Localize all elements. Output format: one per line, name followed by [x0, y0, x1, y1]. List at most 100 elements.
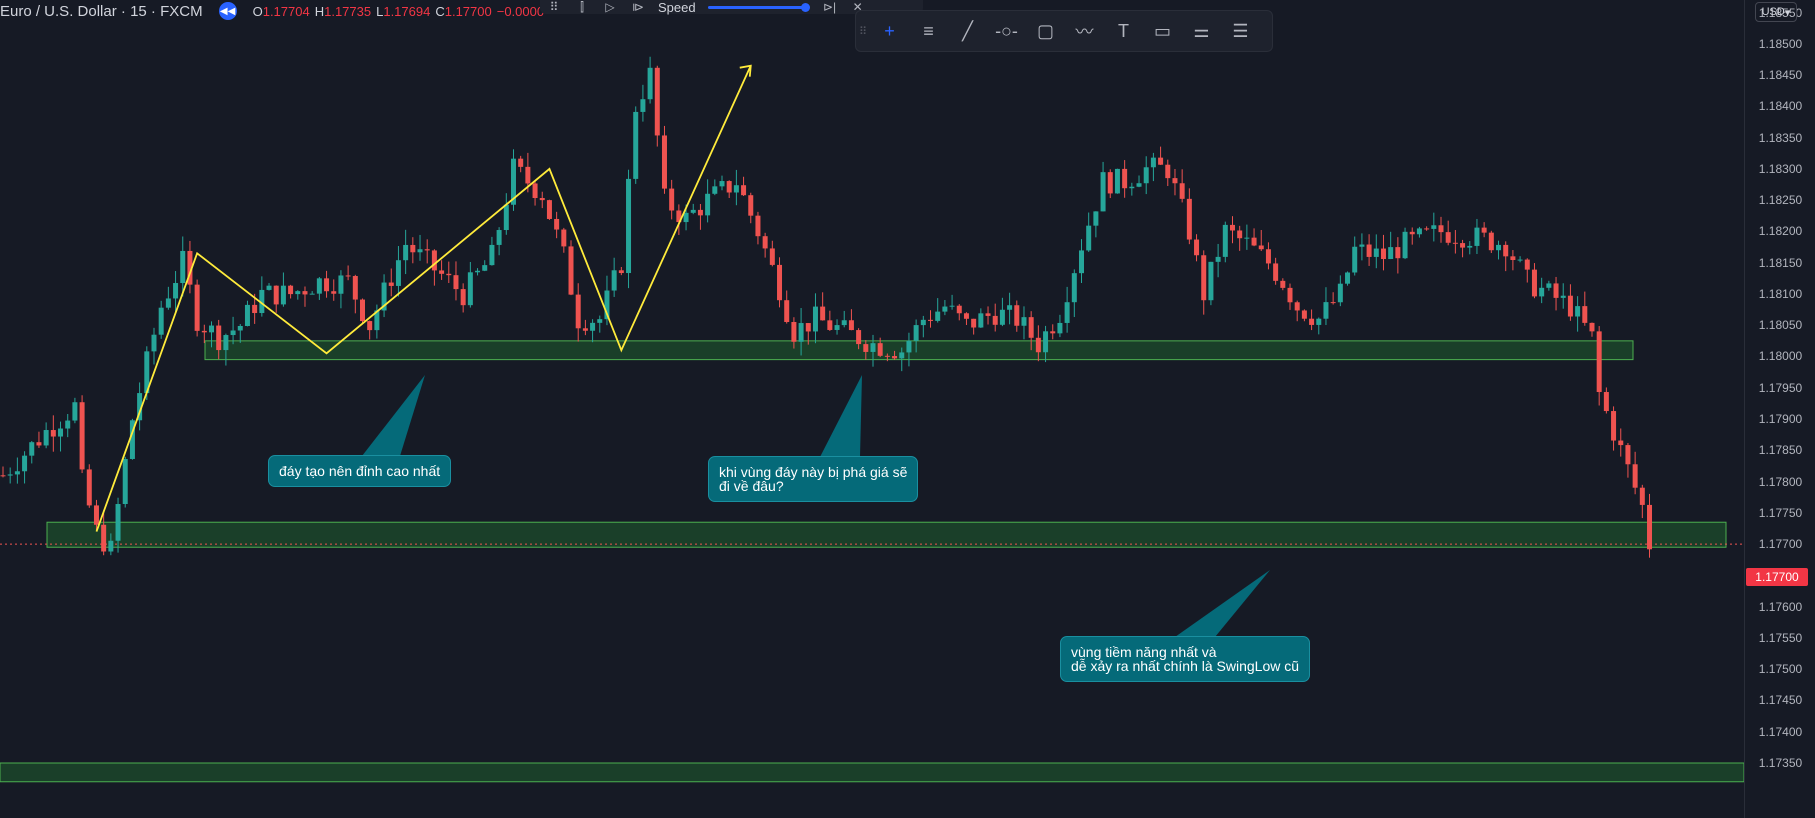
candle-body: [633, 111, 639, 179]
horizontal-ray-icon[interactable]: -○-: [987, 11, 1026, 51]
step-forward-icon[interactable]: ⧐: [624, 0, 652, 14]
candle-body: [1143, 167, 1149, 184]
candle-body: [618, 270, 624, 274]
trend-line-icon[interactable]: ╱: [948, 11, 987, 51]
candle-body: [913, 325, 919, 341]
speed-slider[interactable]: [707, 2, 810, 12]
candle-body: [29, 442, 35, 456]
candle-body: [669, 188, 675, 211]
candle-body: [920, 319, 926, 326]
more-settings-icon[interactable]: ☰: [1221, 11, 1260, 51]
candle-body: [1093, 211, 1099, 226]
candle-body: [554, 218, 560, 230]
candle-body: [1050, 331, 1056, 334]
candle-body: [777, 264, 783, 301]
settings-icon[interactable]: ⚌: [1182, 11, 1221, 51]
speed-slider-knob[interactable]: [800, 2, 810, 12]
current-price-tag: 1.17700: [1746, 568, 1808, 586]
callout-icon[interactable]: ▭: [1143, 11, 1182, 51]
play-icon[interactable]: ▷: [596, 0, 624, 14]
ohlc-high: H1.17735: [314, 3, 372, 19]
speed-label: Speed: [658, 0, 696, 15]
candle-body: [956, 305, 962, 314]
rewind-icon[interactable]: ◀◀: [218, 2, 237, 20]
candle-body: [963, 313, 969, 319]
candle-body: [626, 178, 632, 274]
candle-body: [1057, 322, 1063, 334]
candle-body: [532, 183, 538, 199]
candle-body: [1632, 464, 1638, 488]
candle-body: [640, 99, 646, 112]
horizontal-lines-icon[interactable]: ≡: [909, 11, 948, 51]
candle-body: [978, 313, 984, 328]
drag-handle-icon[interactable]: ⠿: [856, 25, 870, 38]
candle-body: [36, 442, 42, 446]
path-icon[interactable]: 〰: [1065, 11, 1104, 51]
candle-body: [50, 430, 56, 437]
candle-body: [805, 323, 811, 332]
candle-body: [1237, 230, 1243, 239]
price-tick: 1.18500: [1758, 36, 1803, 51]
ohlc-open: O1.17704: [252, 3, 310, 19]
price-tick: 1.18300: [1758, 161, 1803, 176]
candle-body: [324, 278, 330, 292]
drag-handle-icon[interactable]: ⠿: [540, 0, 568, 14]
candle-body: [1546, 283, 1552, 288]
zone-rect: [0, 762, 1744, 783]
candle-body: [460, 289, 466, 306]
zone-rect: [204, 340, 1634, 361]
candle-body: [1071, 273, 1077, 303]
candle-body: [122, 458, 128, 505]
candle-body: [590, 322, 596, 331]
jump-to-realtime-icon[interactable]: ⊳|: [816, 0, 844, 14]
callout-swing-bottom[interactable]: đáy tạo nên đỉnh cao nhất: [268, 455, 452, 487]
candle-body: [1043, 331, 1049, 353]
candle-body: [1129, 186, 1135, 189]
candle-body: [1611, 411, 1617, 441]
symbol-name[interactable]: Euro / U.S. Dollar · 15 · FXCM: [0, 3, 203, 20]
candle-body: [1280, 280, 1286, 288]
crosshair-icon[interactable]: +: [870, 11, 909, 51]
callout-pointer: [820, 375, 862, 457]
price-tick: 1.17550: [1758, 630, 1803, 645]
candle-body: [741, 185, 747, 196]
candle-body: [1510, 256, 1516, 261]
ohlc-change: −0.0000: [496, 3, 545, 19]
candle-body: [65, 420, 71, 429]
candle-body: [1309, 318, 1315, 325]
candle-body: [791, 322, 797, 342]
price-tick: 1.18050: [1758, 318, 1803, 333]
candle-body: [209, 325, 215, 333]
candle-body: [1179, 183, 1185, 199]
price-tick: 1.17700: [1758, 537, 1803, 552]
price-tick: 1.18250: [1758, 193, 1803, 208]
currency-selector[interactable]: USD ▾: [1755, 2, 1797, 22]
rectangle-icon[interactable]: ▢: [1026, 11, 1065, 51]
price-axis[interactable]: 1.18550 1.18500 1.18450 1.18400 1.18350 1.183…: [1744, 0, 1815, 818]
callout-break-question[interactable]: khi vùng đáy này bị phá giá sẽ đi về đâu…: [708, 456, 919, 502]
candle-body: [1229, 224, 1235, 231]
candle-body: [1114, 168, 1120, 194]
candle-select-icon[interactable]: ⫿: [568, 0, 596, 15]
candle-body: [870, 343, 876, 352]
candle-body: [928, 319, 934, 321]
price-tick: 1.17800: [1758, 474, 1803, 489]
ohlc-close: C1.17700: [435, 3, 492, 19]
callout-swinglow-target[interactable]: vùng tiềm năng nhất và dễ xảy ra nhất ch…: [1060, 636, 1311, 682]
candle-body: [561, 229, 567, 247]
candlestick-chart[interactable]: [0, 0, 1744, 818]
candle-body: [453, 275, 459, 290]
text-icon[interactable]: T: [1104, 11, 1143, 51]
zone-rect: [46, 521, 1727, 548]
candle-body: [431, 250, 437, 271]
candle-body: [101, 524, 107, 552]
candle-body: [237, 325, 243, 331]
candle-body: [582, 328, 588, 331]
price-tick: 1.17950: [1758, 380, 1803, 395]
candle-body: [345, 275, 351, 277]
candle-body: [22, 455, 28, 472]
candle-body: [856, 330, 862, 345]
candle-body: [863, 344, 869, 352]
candle-body: [1452, 242, 1458, 244]
symbol-header: Euro / U.S. Dollar · 15 · FXCM ◀◀ O1.177…: [0, 0, 549, 22]
